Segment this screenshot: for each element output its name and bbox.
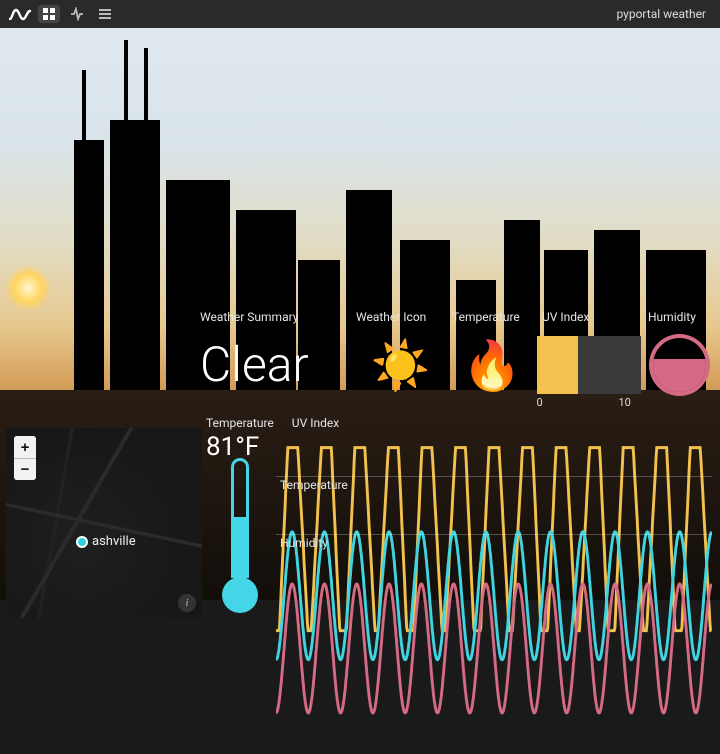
- view-activity-icon[interactable]: [66, 5, 88, 23]
- map-city-label: ashville: [92, 534, 136, 549]
- humidity-gauge: [649, 334, 710, 396]
- graph-humidity-svg: [276, 536, 712, 754]
- card-values-row: Clear ☀️ 🔥 0 10: [200, 328, 710, 402]
- uv-min: 0: [537, 396, 543, 409]
- humidity-fill: [653, 359, 706, 392]
- map-pin-icon: [76, 536, 88, 548]
- uv-index-fill: [537, 336, 579, 394]
- graph-temperature: Temperature: [276, 478, 712, 534]
- graph-humidity: Humidity: [276, 536, 712, 592]
- top-bar-left: [8, 5, 116, 23]
- readout-temperature-label: Temperature: [206, 416, 274, 430]
- map-zoom-controls: + −: [14, 436, 36, 480]
- label-weather-icon: Weather Icon: [356, 310, 452, 324]
- graph-uv: [276, 420, 712, 476]
- view-list-icon[interactable]: [94, 5, 116, 23]
- weather-summary-value: Clear: [200, 341, 354, 389]
- map-zoom-out-button[interactable]: −: [14, 458, 36, 480]
- label-temperature-icon: Temperature: [452, 310, 542, 324]
- card-labels-row: Weather Summary Weather Icon Temperature…: [200, 310, 710, 324]
- thermometer-mercury: [234, 517, 246, 583]
- label-humidity: Humidity: [648, 310, 718, 324]
- mini-map[interactable]: + − ashville i: [6, 428, 202, 618]
- weather-icon: ☀️: [354, 337, 448, 394]
- app-logo-icon: [8, 5, 32, 23]
- sparkline-graphs: Temperature Humidity: [276, 420, 712, 592]
- map-zoom-in-button[interactable]: +: [14, 436, 36, 458]
- label-weather-summary: Weather Summary: [200, 310, 356, 324]
- temperature-fire-icon: 🔥: [448, 337, 537, 394]
- thermometer-icon: [220, 458, 260, 613]
- uv-index-bar: 0 10: [537, 336, 641, 394]
- uv-max: 10: [618, 396, 630, 409]
- uv-index-empty: [578, 336, 641, 394]
- feed-name: pyportal weather: [616, 7, 712, 21]
- view-grid-icon[interactable]: [38, 5, 60, 23]
- top-bar: pyportal weather: [0, 0, 720, 28]
- map-attribution-icon[interactable]: i: [178, 594, 196, 612]
- label-uv-index: UV Index: [542, 310, 648, 324]
